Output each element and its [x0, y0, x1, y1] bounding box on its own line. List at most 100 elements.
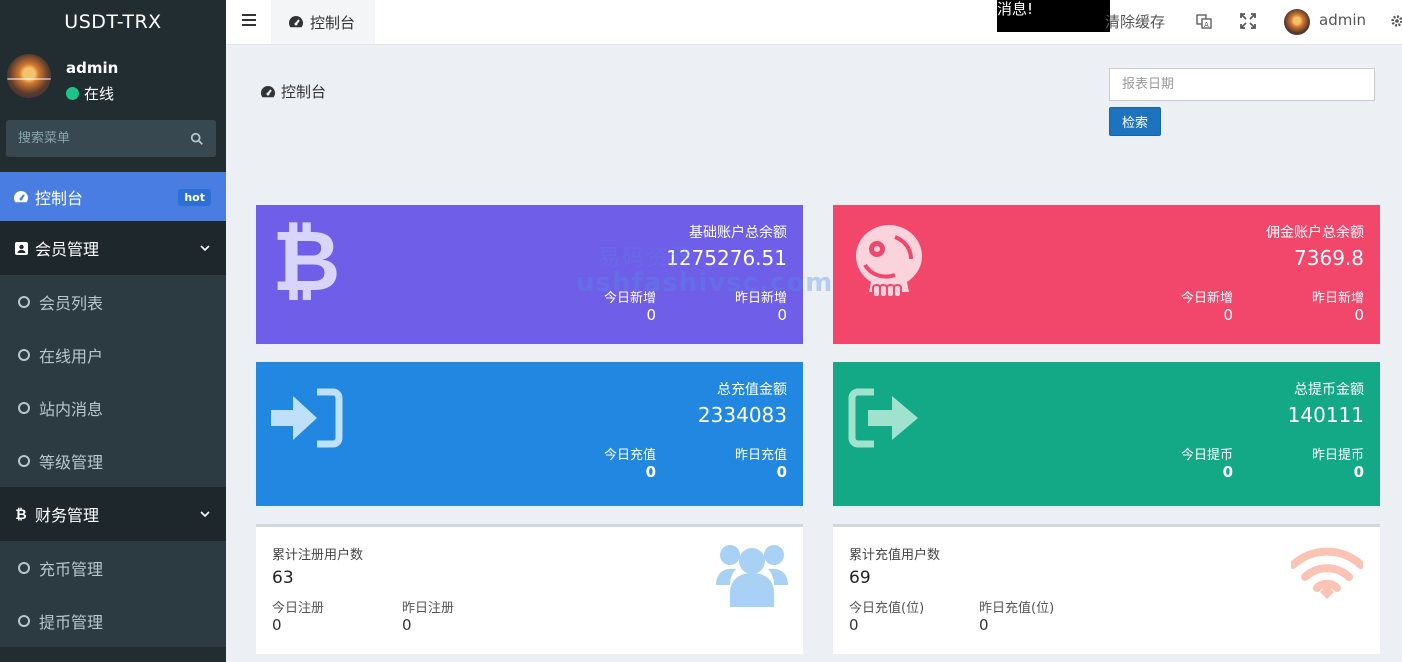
chevron-down-icon: [200, 511, 210, 518]
wifi-icon: [1291, 547, 1363, 599]
recharge-users-card: 累计充值用户数 69 今日充值(位) 0 昨日充值(位) 0: [833, 524, 1380, 654]
avatar: [7, 54, 51, 98]
yesterday-value: 0: [402, 616, 412, 634]
yesterday-label: 昨日注册: [402, 601, 455, 616]
base-balance-card: ₿ 基础账户总余额 1275276.51 今日新增 0 昨日新增 0: [256, 205, 803, 344]
sidebar-item-messages[interactable]: 站内消息: [0, 381, 226, 434]
yesterday-label: 昨日新增: [734, 291, 787, 306]
message-text: 消息!: [997, 0, 1034, 18]
today-value: 0: [272, 616, 282, 634]
card-value: 63: [272, 568, 294, 588]
search-icon[interactable]: [190, 132, 204, 146]
avatar[interactable]: [1284, 9, 1310, 35]
address-card-icon: [13, 240, 29, 256]
bitcoin-icon: ₿: [272, 212, 341, 310]
svg-text:A: A: [1204, 21, 1209, 29]
sidebar-item-withdraw[interactable]: 提币管理: [0, 594, 226, 647]
card-value: 2334083: [697, 403, 787, 427]
card-value: 1275276.51: [666, 246, 787, 270]
card-title: 总提币金额: [1294, 382, 1364, 398]
registered-users-card: 累计注册用户数 63 今日注册 0 昨日注册 0: [256, 524, 803, 654]
commission-balance-card: 佣金账户总余额 7369.8 今日新增 0 昨日新增 0: [833, 205, 1380, 344]
yesterday-value: 0: [979, 616, 989, 634]
yesterday-value: 0: [1353, 463, 1364, 481]
sidebar-item-label: 财务管理: [35, 506, 100, 525]
translate-icon[interactable]: A: [1196, 13, 1212, 29]
sign-in-icon: [271, 388, 343, 448]
sidebar-item-levels[interactable]: 等级管理: [0, 434, 226, 487]
sidebar-menu: 控制台 hot 会员管理 会员列表 在线用户 站内消息 等级管理 ₿ 财务管理 …: [0, 172, 226, 647]
sign-out-icon: [848, 388, 918, 448]
card-title: 总充值金额: [717, 382, 787, 398]
card-title: 基础账户总余额: [689, 225, 787, 241]
gear-icon[interactable]: [1390, 14, 1402, 28]
user-panel: admin 在线: [0, 44, 226, 110]
menu-search-input[interactable]: [18, 131, 190, 146]
today-label: 今日提币: [1180, 448, 1233, 463]
sidebar-item-members[interactable]: 会员管理: [0, 221, 226, 275]
sidebar-item-online-users[interactable]: 在线用户: [0, 328, 226, 381]
circle-icon: [18, 401, 30, 414]
fullscreen-icon[interactable]: [1240, 13, 1256, 29]
sidebar-item-label: 控制台: [35, 188, 84, 208]
today-label: 今日新增: [1180, 291, 1233, 306]
sidebar-item-dashboard[interactable]: 控制台 hot: [0, 172, 226, 221]
brand-logo[interactable]: USDT-TRX: [0, 0, 226, 44]
circle-icon: [18, 454, 30, 467]
today-label: 今日充值(位): [849, 601, 925, 616]
online-dot-icon: [66, 87, 79, 100]
tab-label: 控制台: [310, 13, 356, 32]
card-title: 累计充值用户数: [849, 548, 941, 563]
today-label: 今日充值: [603, 448, 656, 463]
tab-dashboard[interactable]: 控制台: [271, 0, 375, 44]
yesterday-label: 昨日提币: [1311, 448, 1364, 463]
sidebar-item-label: 会员列表: [39, 293, 104, 313]
chevron-down-icon: [200, 245, 210, 252]
user-status: 在线: [66, 83, 114, 104]
finance-submenu: 充币管理 提币管理: [0, 541, 226, 647]
yesterday-label: 昨日充值: [734, 448, 787, 463]
card-value: 140111: [1287, 403, 1364, 427]
nav-username[interactable]: admin: [1319, 11, 1366, 29]
card-title: 累计注册用户数: [272, 548, 364, 563]
status-label: 在线: [84, 85, 115, 103]
message-notice[interactable]: 消息!: [997, 0, 1110, 32]
today-value: 0: [646, 306, 656, 324]
dashboard-icon: [289, 16, 303, 28]
today-value: 0: [1222, 463, 1233, 481]
bitcoin-icon: ₿: [15, 506, 27, 523]
fish-logo-icon: [856, 225, 922, 298]
yesterday-value: 0: [1354, 306, 1364, 324]
sidebar-item-member-list[interactable]: 会员列表: [0, 275, 226, 328]
dashboard-icon: [261, 85, 275, 97]
sidebar-item-label: 在线用户: [39, 346, 104, 366]
total-withdraw-card: 总提币金额 140111 今日提币 0 昨日提币 0: [833, 362, 1380, 506]
sidebar: USDT-TRX admin 在线 控制台 hot 会员管理 会员列表: [0, 0, 226, 662]
search-button[interactable]: 检索: [1109, 107, 1161, 136]
user-name: admin: [66, 59, 119, 77]
members-submenu: 会员列表 在线用户 站内消息 等级管理: [0, 275, 226, 487]
sidebar-item-label: 充币管理: [39, 559, 104, 579]
page-title: 控制台: [260, 81, 326, 102]
users-icon: [716, 545, 788, 607]
top-navbar: 控制台 消息! 清除缓存 A admin: [226, 0, 1402, 45]
yesterday-value: 0: [776, 463, 787, 481]
report-date-input[interactable]: [1109, 68, 1375, 101]
yesterday-label: 昨日充值(位): [979, 601, 1055, 616]
sidebar-item-label: 会员管理: [35, 240, 100, 259]
today-value: 0: [645, 463, 656, 481]
circle-icon: [18, 561, 30, 574]
hot-badge: hot: [178, 189, 211, 206]
menu-toggle-icon[interactable]: [242, 14, 256, 26]
circle-icon: [18, 348, 30, 361]
total-recharge-card: 总充值金额 2334083 今日充值 0 昨日充值 0: [256, 362, 803, 506]
sidebar-item-label: 站内消息: [39, 399, 104, 419]
sidebar-item-recharge[interactable]: 充币管理: [0, 541, 226, 594]
clear-cache-button[interactable]: 清除缓存: [1105, 11, 1165, 32]
today-label: 今日新增: [603, 291, 656, 306]
card-value: 7369.8: [1294, 246, 1364, 270]
card-value: 69: [849, 568, 871, 588]
today-value: 0: [1223, 306, 1233, 324]
sidebar-item-finance[interactable]: ₿ 财务管理: [0, 487, 226, 541]
yesterday-value: 0: [777, 306, 787, 324]
